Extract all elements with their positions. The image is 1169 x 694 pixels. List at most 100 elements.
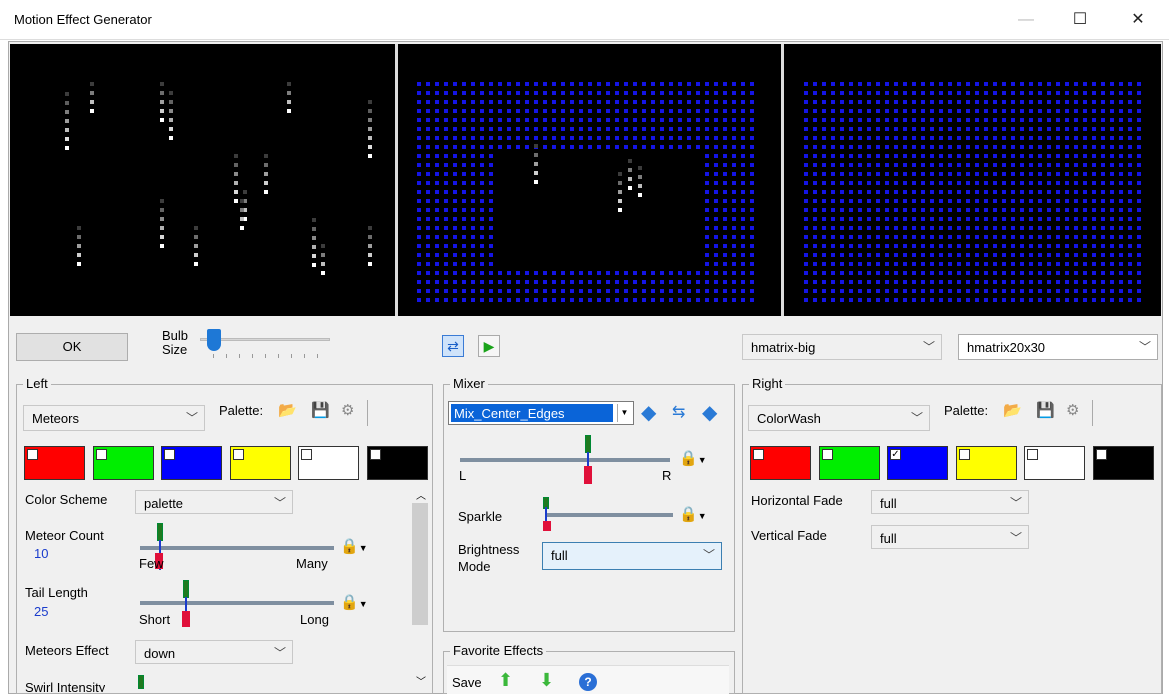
right-save-disk-icon[interactable]: 💾 xyxy=(1036,402,1055,420)
right-swatch-2[interactable] xyxy=(818,446,880,480)
arrow-left-icon[interactable]: ◆ xyxy=(641,400,656,425)
left-swatch-1[interactable] xyxy=(24,446,85,480)
left-swatch-checkbox-1[interactable] xyxy=(27,449,38,460)
left-swatch-5[interactable] xyxy=(298,446,359,480)
save-disk-icon[interactable]: 💾 xyxy=(311,402,330,420)
pixel xyxy=(876,181,880,185)
arrow-right-icon[interactable]: ◆ xyxy=(702,400,717,425)
close-icon[interactable]: ✕ xyxy=(1115,0,1161,40)
right-swatch-checkbox-2[interactable] xyxy=(821,449,833,460)
sparkle-slider[interactable] xyxy=(545,513,673,517)
arrow-up-icon[interactable]: ⬆ xyxy=(498,671,513,689)
pixel xyxy=(426,208,430,212)
pixel xyxy=(741,217,745,221)
pixel xyxy=(1011,208,1015,212)
sparkle-thumb-red[interactable] xyxy=(543,521,551,531)
pixel xyxy=(1029,208,1033,212)
model2-select[interactable]: hmatrix20x30 ﹀ xyxy=(958,334,1158,360)
scroll-thumb[interactable] xyxy=(412,503,428,625)
mix-slider[interactable] xyxy=(460,458,670,462)
pixel xyxy=(966,172,970,176)
tail-length-thumb-red[interactable] xyxy=(182,611,190,627)
left-swatch-checkbox-3[interactable] xyxy=(164,449,175,460)
vertical-fade-select[interactable]: full ﹀ xyxy=(871,525,1029,549)
left-swatch-checkbox-5[interactable] xyxy=(301,449,312,460)
right-swatch-checkbox-6[interactable] xyxy=(1095,449,1107,460)
pixel xyxy=(1092,154,1096,158)
pixel xyxy=(633,100,637,104)
left-swatch-2[interactable] xyxy=(92,446,154,480)
scroll-up-icon[interactable]: ︿ xyxy=(416,487,426,502)
horizontal-fade-select[interactable]: full ﹀ xyxy=(871,490,1029,514)
right-swatch-checkbox-5[interactable] xyxy=(1027,449,1038,460)
pixel xyxy=(741,253,745,257)
left-swatch-6[interactable] xyxy=(366,446,428,480)
pixel xyxy=(939,118,943,122)
right-effect-select[interactable]: ColorWash ﹀ xyxy=(748,405,930,431)
brightness-mode-select[interactable]: full ﹀ xyxy=(542,542,722,570)
arrow-down-icon[interactable]: ⬇ xyxy=(539,671,554,689)
right-swatch-checkbox-4[interactable] xyxy=(958,449,970,460)
right-preview-canvas xyxy=(804,82,1141,302)
pixel xyxy=(462,190,466,194)
swap-icon[interactable]: ⇆ xyxy=(672,402,685,422)
pixel xyxy=(831,289,835,293)
loop-icon[interactable]: ⇄ xyxy=(442,335,464,357)
pixel xyxy=(831,298,835,302)
meteor-pixel xyxy=(234,190,238,194)
help-icon[interactable]: ? xyxy=(579,673,597,691)
left-effect-select[interactable]: Meteors ﹀ xyxy=(23,405,205,431)
ok-button[interactable]: OK xyxy=(16,333,128,361)
scroll-down-icon[interactable]: ﹀ xyxy=(416,673,426,688)
model1-select[interactable]: hmatrix-big ﹀ xyxy=(742,334,942,360)
right-open-folder-icon[interactable]: 📂 xyxy=(1003,402,1022,420)
right-swatch-checkbox-3[interactable]: ✓ xyxy=(890,449,901,460)
right-swatch-3[interactable]: ✓ xyxy=(887,446,948,480)
sparkle-lock-icon[interactable]: 🔒▼ xyxy=(679,505,715,531)
mix-select[interactable]: Mix_Center_Edges ▼ xyxy=(448,401,634,425)
pixel xyxy=(1128,280,1132,284)
right-swatch-4[interactable] xyxy=(955,446,1017,480)
pixel xyxy=(507,127,511,131)
color-scheme-select[interactable]: palette ﹀ xyxy=(135,490,293,514)
mix-thumb-green[interactable] xyxy=(585,435,591,453)
bulb-size-thumb[interactable] xyxy=(207,329,221,351)
left-swatch-checkbox-2[interactable] xyxy=(95,449,107,460)
left-swatch-checkbox-6[interactable] xyxy=(369,449,381,460)
right-swatch-1[interactable] xyxy=(750,446,811,480)
left-swatch-3[interactable] xyxy=(161,446,222,480)
meteor-count-slider[interactable] xyxy=(140,546,334,550)
left-scrollbar[interactable]: ︿ ﹀ xyxy=(410,485,430,690)
pixel xyxy=(750,100,754,104)
tail-length-lock-icon[interactable]: 🔒▼ xyxy=(340,593,376,619)
pixel xyxy=(867,172,871,176)
pixel xyxy=(858,271,862,275)
right-swatch-5[interactable] xyxy=(1024,446,1085,480)
play-icon[interactable]: ▶ xyxy=(478,335,500,357)
pixel xyxy=(1056,289,1060,293)
tail-length-thumb-green[interactable] xyxy=(183,580,189,598)
pixel xyxy=(741,190,745,194)
open-folder-icon[interactable]: 📂 xyxy=(278,402,297,420)
meteor-count-lock-icon[interactable]: 🔒▼ xyxy=(340,537,376,563)
swirl-thumb[interactable] xyxy=(138,675,144,689)
pixel xyxy=(417,145,421,149)
pixel xyxy=(1020,127,1024,131)
maximize-icon[interactable]: ☐ xyxy=(1057,0,1103,40)
right-swatch-6[interactable] xyxy=(1092,446,1154,480)
tail-length-slider[interactable] xyxy=(140,601,334,605)
pixel xyxy=(822,127,826,131)
gear-icon[interactable]: ⚙ xyxy=(341,402,354,420)
right-gear-icon[interactable]: ⚙ xyxy=(1066,402,1079,420)
mix-lock-icon[interactable]: 🔒▼ xyxy=(679,449,715,475)
meteors-effect-select[interactable]: down ﹀ xyxy=(135,640,293,664)
pixel xyxy=(1029,190,1033,194)
pixel xyxy=(498,136,502,140)
mix-thumb-red[interactable] xyxy=(584,466,592,484)
left-swatch-4[interactable] xyxy=(229,446,291,480)
minimize-icon[interactable]: — xyxy=(1003,0,1049,40)
meteor-count-thumb-green[interactable] xyxy=(157,523,163,541)
right-swatch-checkbox-1[interactable] xyxy=(753,449,764,460)
left-swatch-checkbox-4[interactable] xyxy=(232,449,244,460)
pixel xyxy=(462,172,466,176)
